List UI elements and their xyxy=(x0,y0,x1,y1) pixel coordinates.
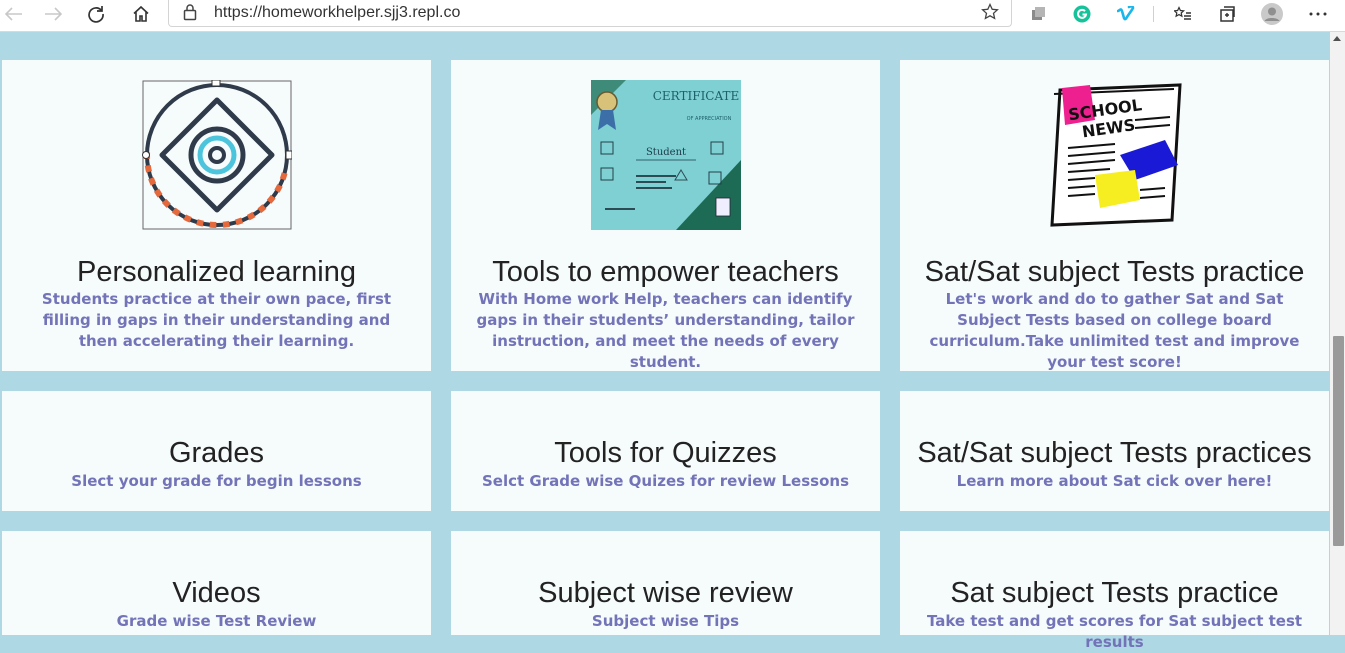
card-title: Sat/Sat subject Tests practice xyxy=(924,256,1305,288)
card-tools-for-quizzes[interactable]: Tools for Quizzes Selct Grade wise Quize… xyxy=(451,391,880,511)
card-sat-subject-tests-practice[interactable]: Sat subject Tests practice Take test and… xyxy=(900,531,1329,651)
more-icon[interactable] xyxy=(1304,0,1332,28)
card-sat-tests-practices[interactable]: Sat/Sat subject Tests practices Learn mo… xyxy=(900,391,1329,511)
card-description: Selct Grade wise Quizes for review Lesso… xyxy=(481,472,849,490)
favorite-star-icon[interactable] xyxy=(981,2,999,25)
card-description: Grade wise Test Review xyxy=(116,612,317,630)
vimeo-icon[interactable] xyxy=(1112,0,1140,28)
svg-text:Student: Student xyxy=(645,147,685,158)
card-videos[interactable]: Videos Grade wise Test Review xyxy=(2,531,431,635)
browser-toolbar: https://homeworkhelper.sjj3.repl.co xyxy=(0,0,1345,32)
scrollbar-thumb[interactable] xyxy=(1333,336,1344,546)
card-tools-empower-teachers[interactable]: CERTIFICATE OF APPRECIATION Student Tool… xyxy=(451,60,880,371)
card-title: Sat subject Tests practice xyxy=(950,577,1279,609)
tab-icon[interactable] xyxy=(1213,0,1241,28)
refresh-icon[interactable] xyxy=(82,0,110,28)
card-description: Take test and get scores for Sat subject… xyxy=(926,612,1303,651)
card-title: Tools to empower teachers xyxy=(492,256,839,288)
card-description: Slect your grade for begin lessons xyxy=(71,472,362,490)
card-sat-tests-practice[interactable]: SCHOOL NEWS Sat/Sat subject Tests practi… xyxy=(900,60,1329,371)
address-bar[interactable]: https://homeworkhelper.sjj3.repl.co xyxy=(168,0,1012,27)
forward-icon[interactable] xyxy=(39,0,67,28)
grammarly-icon[interactable] xyxy=(1068,0,1096,28)
card-description: Students practice at their own pace, fir… xyxy=(41,290,392,350)
card-description: Learn more about Sat cick over here! xyxy=(956,472,1273,490)
card-title: Sat/Sat subject Tests practices xyxy=(917,437,1312,469)
card-description: Let's work and do to gather Sat and Sat … xyxy=(929,290,1300,371)
profile-icon[interactable] xyxy=(1258,0,1286,28)
back-icon[interactable] xyxy=(0,0,28,28)
svg-text:CERTIFICATE: CERTIFICATE xyxy=(652,89,739,103)
scroll-up-icon[interactable] xyxy=(1333,36,1341,41)
eye-vector-icon xyxy=(141,79,292,230)
svg-text:OF APPRECIATION: OF APPRECIATION xyxy=(686,116,731,122)
card-title: Videos xyxy=(172,577,261,609)
card-personalized-learning[interactable]: Personalized learning Students practice … xyxy=(2,60,431,371)
card-description: Subject wise Tips xyxy=(591,612,740,630)
card-title: Subject wise review xyxy=(538,577,793,609)
lock-icon[interactable] xyxy=(183,3,197,25)
school-news-image: SCHOOL NEWS xyxy=(1040,80,1190,230)
url-text[interactable]: https://homeworkhelper.sjj3.repl.co xyxy=(214,4,460,22)
card-grades[interactable]: Grades Slect your grade for begin lesson… xyxy=(2,391,431,511)
favorites-icon[interactable] xyxy=(1169,0,1197,28)
home-icon[interactable] xyxy=(127,0,155,28)
card-subject-wise-review[interactable]: Subject wise review Subject wise Tips xyxy=(451,531,880,635)
collections-icon[interactable] xyxy=(1024,0,1052,28)
vertical-scrollbar[interactable] xyxy=(1330,32,1345,635)
card-description: With Home work Help, teachers can identi… xyxy=(476,290,855,371)
card-title: Tools for Quizzes xyxy=(554,437,777,469)
card-title: Grades xyxy=(168,437,265,469)
card-title: Personalized learning xyxy=(77,256,356,288)
certificate-image: CERTIFICATE OF APPRECIATION Student xyxy=(590,80,741,230)
